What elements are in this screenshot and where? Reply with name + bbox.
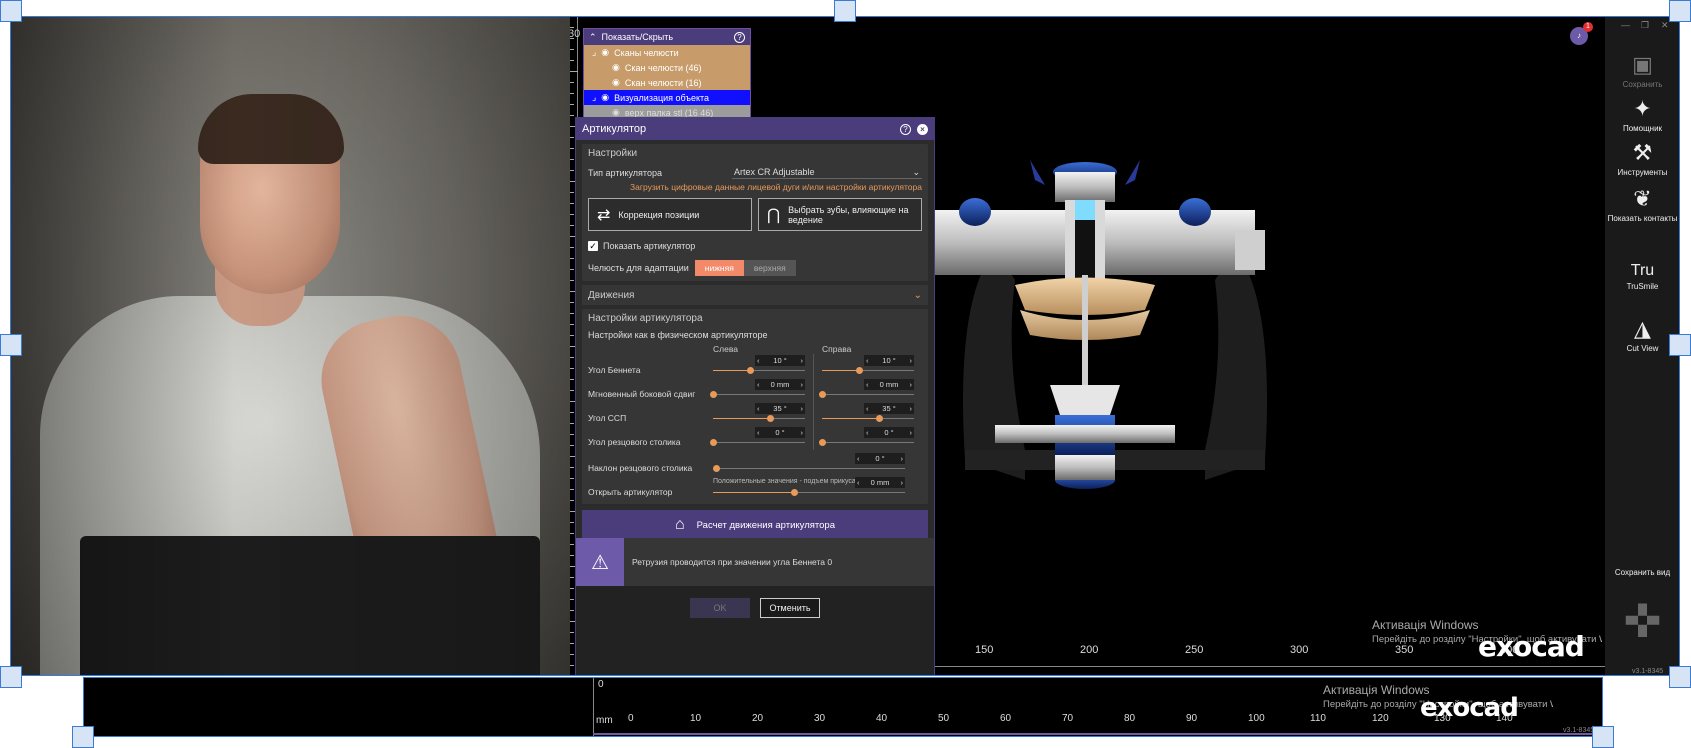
resize-handle[interactable] — [1669, 334, 1691, 356]
resize-handle[interactable] — [0, 334, 22, 356]
resize-handle[interactable] — [834, 0, 856, 22]
screen: 30 150 200 250 300 350 400 ⌃ Показать/Ск… — [0, 0, 1691, 748]
resize-handle[interactable] — [1592, 726, 1614, 748]
resize-handle[interactable] — [72, 726, 94, 748]
selection-box-bottom — [83, 677, 1603, 737]
resize-handle[interactable] — [0, 666, 22, 688]
resize-handle[interactable] — [1669, 666, 1691, 688]
resize-handle[interactable] — [1669, 0, 1691, 22]
resize-handle[interactable] — [0, 0, 22, 22]
selection-box-top — [10, 16, 1680, 676]
